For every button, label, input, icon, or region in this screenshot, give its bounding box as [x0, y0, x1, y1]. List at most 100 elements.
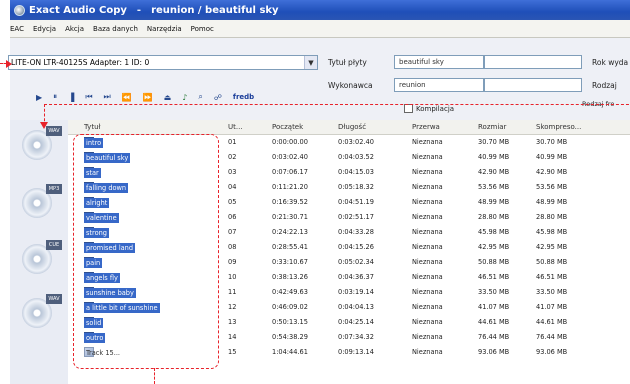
col-gap[interactable]: Przerwa [412, 123, 440, 131]
title-bar[interactable]: Exact Audio Copy - reunion / beautiful s… [10, 0, 630, 20]
track-length-cell: 0:04:15.26 [338, 243, 374, 251]
checkbox-box[interactable] [404, 104, 413, 113]
track-length-cell: 0:02:51.17 [338, 213, 374, 221]
track-gap-cell: Nieznana [412, 348, 443, 356]
chevron-down-icon[interactable]: ▼ [304, 56, 317, 69]
track-size-cell: 53.56 MB [478, 183, 510, 191]
track-num-cell: 15 [228, 348, 237, 356]
track-length-cell: 0:04:51.19 [338, 198, 374, 206]
track-size-cell: 33.50 MB [478, 288, 510, 296]
track-start-cell: 0:50:13.15 [272, 318, 308, 326]
track-length-cell: 0:07:34.32 [338, 333, 374, 341]
table-header: Tytuł Ut... Początek Długość Przerwa Roz… [68, 120, 630, 135]
track-start-cell: 0:16:39.52 [272, 198, 308, 206]
copy-mp3-button[interactable]: MP3 [18, 182, 62, 226]
col-title[interactable]: Tytuł [84, 123, 101, 131]
track-comp-cell: 46.51 MB [536, 273, 568, 281]
track-num-cell: 04 [228, 183, 237, 191]
track-size-cell: 42.95 MB [478, 243, 510, 251]
album-title-field[interactable]: beautiful sky [394, 55, 484, 69]
track-size-cell: 30.70 MB [478, 138, 510, 146]
track-gap-cell: Nieznana [412, 258, 443, 266]
annotation-arrow-icon [40, 122, 48, 129]
screenshot-stage: Exact Audio Copy - reunion / beautiful s… [0, 0, 630, 384]
track-comp-cell: 44.61 MB [536, 318, 568, 326]
track-length-cell: 0:04:36.37 [338, 273, 374, 281]
menu-tools[interactable]: Narzędzia [147, 25, 182, 33]
prev-icon[interactable]: ⏮ [85, 92, 92, 102]
menu-edit[interactable]: Edycja [33, 25, 56, 33]
track-num-cell: 10 [228, 273, 237, 281]
mp3-badge: MP3 [46, 184, 62, 194]
fredb-logo: fredb [232, 93, 255, 101]
annotation-line [44, 104, 630, 105]
track-size-cell: 46.51 MB [478, 273, 510, 281]
annotation-spacer [374, 63, 380, 74]
track-comp-cell: 40.99 MB [536, 153, 568, 161]
col-size[interactable]: Rozmiar [478, 123, 506, 131]
pause-icon[interactable]: ⏸ [53, 92, 57, 102]
mixer-icon[interactable]: ♪ [182, 93, 187, 102]
track-start-cell: 0:11:21.20 [272, 183, 308, 191]
track-length-cell: 0:04:04.13 [338, 303, 374, 311]
menu-action[interactable]: Akcja [65, 25, 84, 33]
copy-cue-button[interactable]: CUE [18, 238, 62, 282]
track-gap-cell: Nieznana [412, 273, 443, 281]
track-comp-cell: 76.44 MB [536, 333, 568, 341]
track-start-cell: 0:21:30.71 [272, 213, 308, 221]
track-length-cell: 0:04:03.52 [338, 153, 374, 161]
artist-field-ext[interactable] [484, 78, 582, 92]
menu-database[interactable]: Baza danych [93, 25, 138, 33]
track-comp-cell: 41.07 MB [536, 303, 568, 311]
track-gap-cell: Nieznana [412, 243, 443, 251]
eject-icon[interactable]: ⏏ [164, 93, 172, 102]
genre-label: Rodzaj [592, 81, 617, 90]
track-size-cell: 76.44 MB [478, 333, 510, 341]
album-title-label: Tytuł płyty [328, 58, 367, 67]
track-size-cell: 41.07 MB [478, 303, 510, 311]
copy-image-button[interactable]: WAV [18, 292, 62, 336]
track-size-cell: 93.06 MB [478, 348, 510, 356]
artist-label: Wykonawca [328, 81, 373, 90]
track-comp-cell: 45.98 MB [536, 228, 568, 236]
stop-icon[interactable]: ▐ [68, 93, 74, 102]
track-size-cell: 45.98 MB [478, 228, 510, 236]
cue-badge: CUE [46, 240, 62, 250]
eac-window: Exact Audio Copy - reunion / beautiful s… [8, 0, 630, 384]
app-icon [14, 4, 25, 16]
title-separator: - [136, 4, 142, 16]
track-length-cell: 0:05:02.34 [338, 258, 374, 266]
col-length[interactable]: Długość [338, 123, 366, 131]
drive-select[interactable]: LITE-ON LTR-40125S Adapter: 1 ID: 0 ▼ [8, 55, 318, 70]
track-start-cell: 0:24:22.13 [272, 228, 308, 236]
copy-wav-button[interactable]: WAV [18, 124, 62, 168]
track-length-cell: 0:04:15.03 [338, 168, 374, 176]
track-size-cell: 42.90 MB [478, 168, 510, 176]
menu-help[interactable]: Pomoc [191, 25, 214, 33]
forward-icon[interactable]: ⏩ [143, 93, 153, 102]
track-start-cell: 0:07:06.17 [272, 168, 308, 176]
track-length-cell: 0:03:19.14 [338, 288, 374, 296]
rewind-icon[interactable]: ⏪ [122, 93, 132, 102]
artist-field[interactable]: reunion [394, 78, 484, 92]
col-track[interactable]: Ut... [228, 123, 243, 131]
track-size-cell: 28.80 MB [478, 213, 510, 221]
track-gap-cell: Nieznana [412, 288, 443, 296]
play-icon[interactable]: ▶ [36, 93, 42, 102]
title-field-ext[interactable] [484, 55, 582, 69]
compilation-checkbox[interactable]: Kompilacja [404, 104, 454, 113]
track-size-cell: 44.61 MB [478, 318, 510, 326]
track-num-cell: 03 [228, 168, 237, 176]
network-icon[interactable]: ☍ [214, 93, 222, 102]
next-icon[interactable]: ⏭ [104, 92, 111, 102]
track-comp-cell: 28.80 MB [536, 213, 568, 221]
col-start[interactable]: Początek [272, 123, 303, 131]
wav-badge: WAV [46, 126, 62, 136]
annotation-arrow-icon [6, 60, 12, 68]
search-icon[interactable]: ⌕ [198, 92, 202, 102]
track-start-cell: 0:42:49.63 [272, 288, 308, 296]
menu-eac[interactable]: EAC [10, 25, 24, 33]
col-compressed[interactable]: Skompreso... [536, 123, 581, 131]
year-label: Rok wyda [592, 58, 629, 67]
track-start-cell: 1:04:44.61 [272, 348, 308, 356]
